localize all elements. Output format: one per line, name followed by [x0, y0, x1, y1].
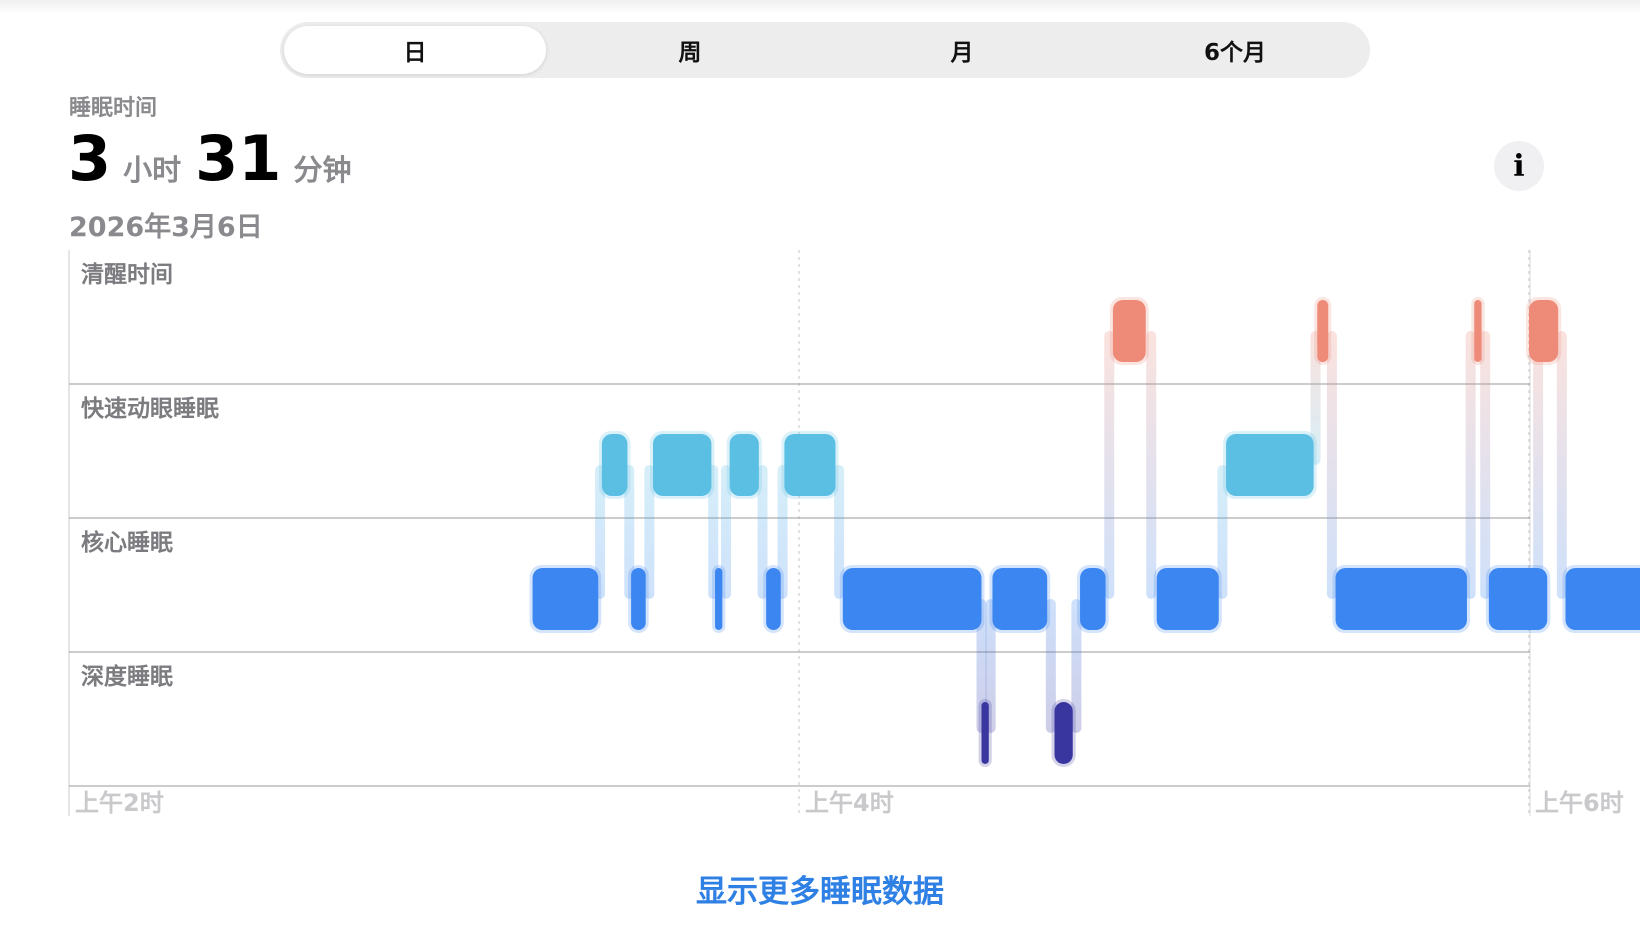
sleep-segment-deep — [1054, 702, 1073, 764]
stage-transition-connector — [1326, 331, 1337, 599]
stage-label-core: 核心睡眠 — [81, 529, 173, 556]
sleep-segment-rem — [784, 434, 836, 496]
x-tick-label: 上午2时 — [75, 789, 164, 817]
x-tick-label: 上午4时 — [805, 789, 894, 817]
stage-transition-connector — [1146, 331, 1157, 599]
sleep-stages-chart: 清醒时间快速动眼睡眠核心睡眠深度睡眠上午2时上午4时上午6时上午8时 — [68, 250, 1640, 817]
sleep-segment-core — [842, 568, 982, 630]
sleep-segment-awake — [1317, 300, 1329, 362]
stage-transition-connector — [1465, 331, 1476, 599]
sleep-segment-core — [631, 568, 646, 630]
stage-transition-connector — [1533, 331, 1544, 599]
sleep-segment-core — [1156, 568, 1219, 630]
show-more-sleep-data-link[interactable]: 显示更多睡眠数据 — [0, 866, 1640, 911]
stage-label-rem: 快速动眼睡眠 — [81, 395, 219, 422]
sleep-segment-core — [766, 568, 781, 630]
sleep-segment-awake — [1529, 300, 1559, 362]
sleep-segment-core — [532, 568, 599, 630]
x-tick-label: 上午6时 — [1535, 789, 1624, 817]
sleep-segment-core — [1080, 568, 1106, 630]
stage-transition-connector — [1556, 331, 1567, 599]
stage-label-deep: 深度睡眠 — [81, 663, 173, 690]
stage-label-awake: 清醒时间 — [81, 262, 173, 288]
sleep-segment-rem — [1226, 434, 1314, 496]
sleep-segment-awake — [1112, 300, 1146, 362]
sleep-segment-core — [1488, 568, 1548, 630]
sleep-segment-rem — [601, 434, 628, 496]
sleep-segment-core — [1565, 568, 1640, 630]
stage-transition-connector — [1480, 331, 1491, 599]
sleep-segment-core — [992, 568, 1048, 630]
sleep-segment-core — [715, 568, 723, 630]
sleep-segment-deep — [981, 702, 989, 764]
sleep-segment-rem — [653, 434, 712, 496]
stage-transition-connector — [1104, 331, 1115, 599]
sleep-segment-core — [1335, 568, 1467, 630]
sleep-segment-rem — [729, 434, 759, 496]
sleep-segment-awake — [1474, 300, 1482, 362]
